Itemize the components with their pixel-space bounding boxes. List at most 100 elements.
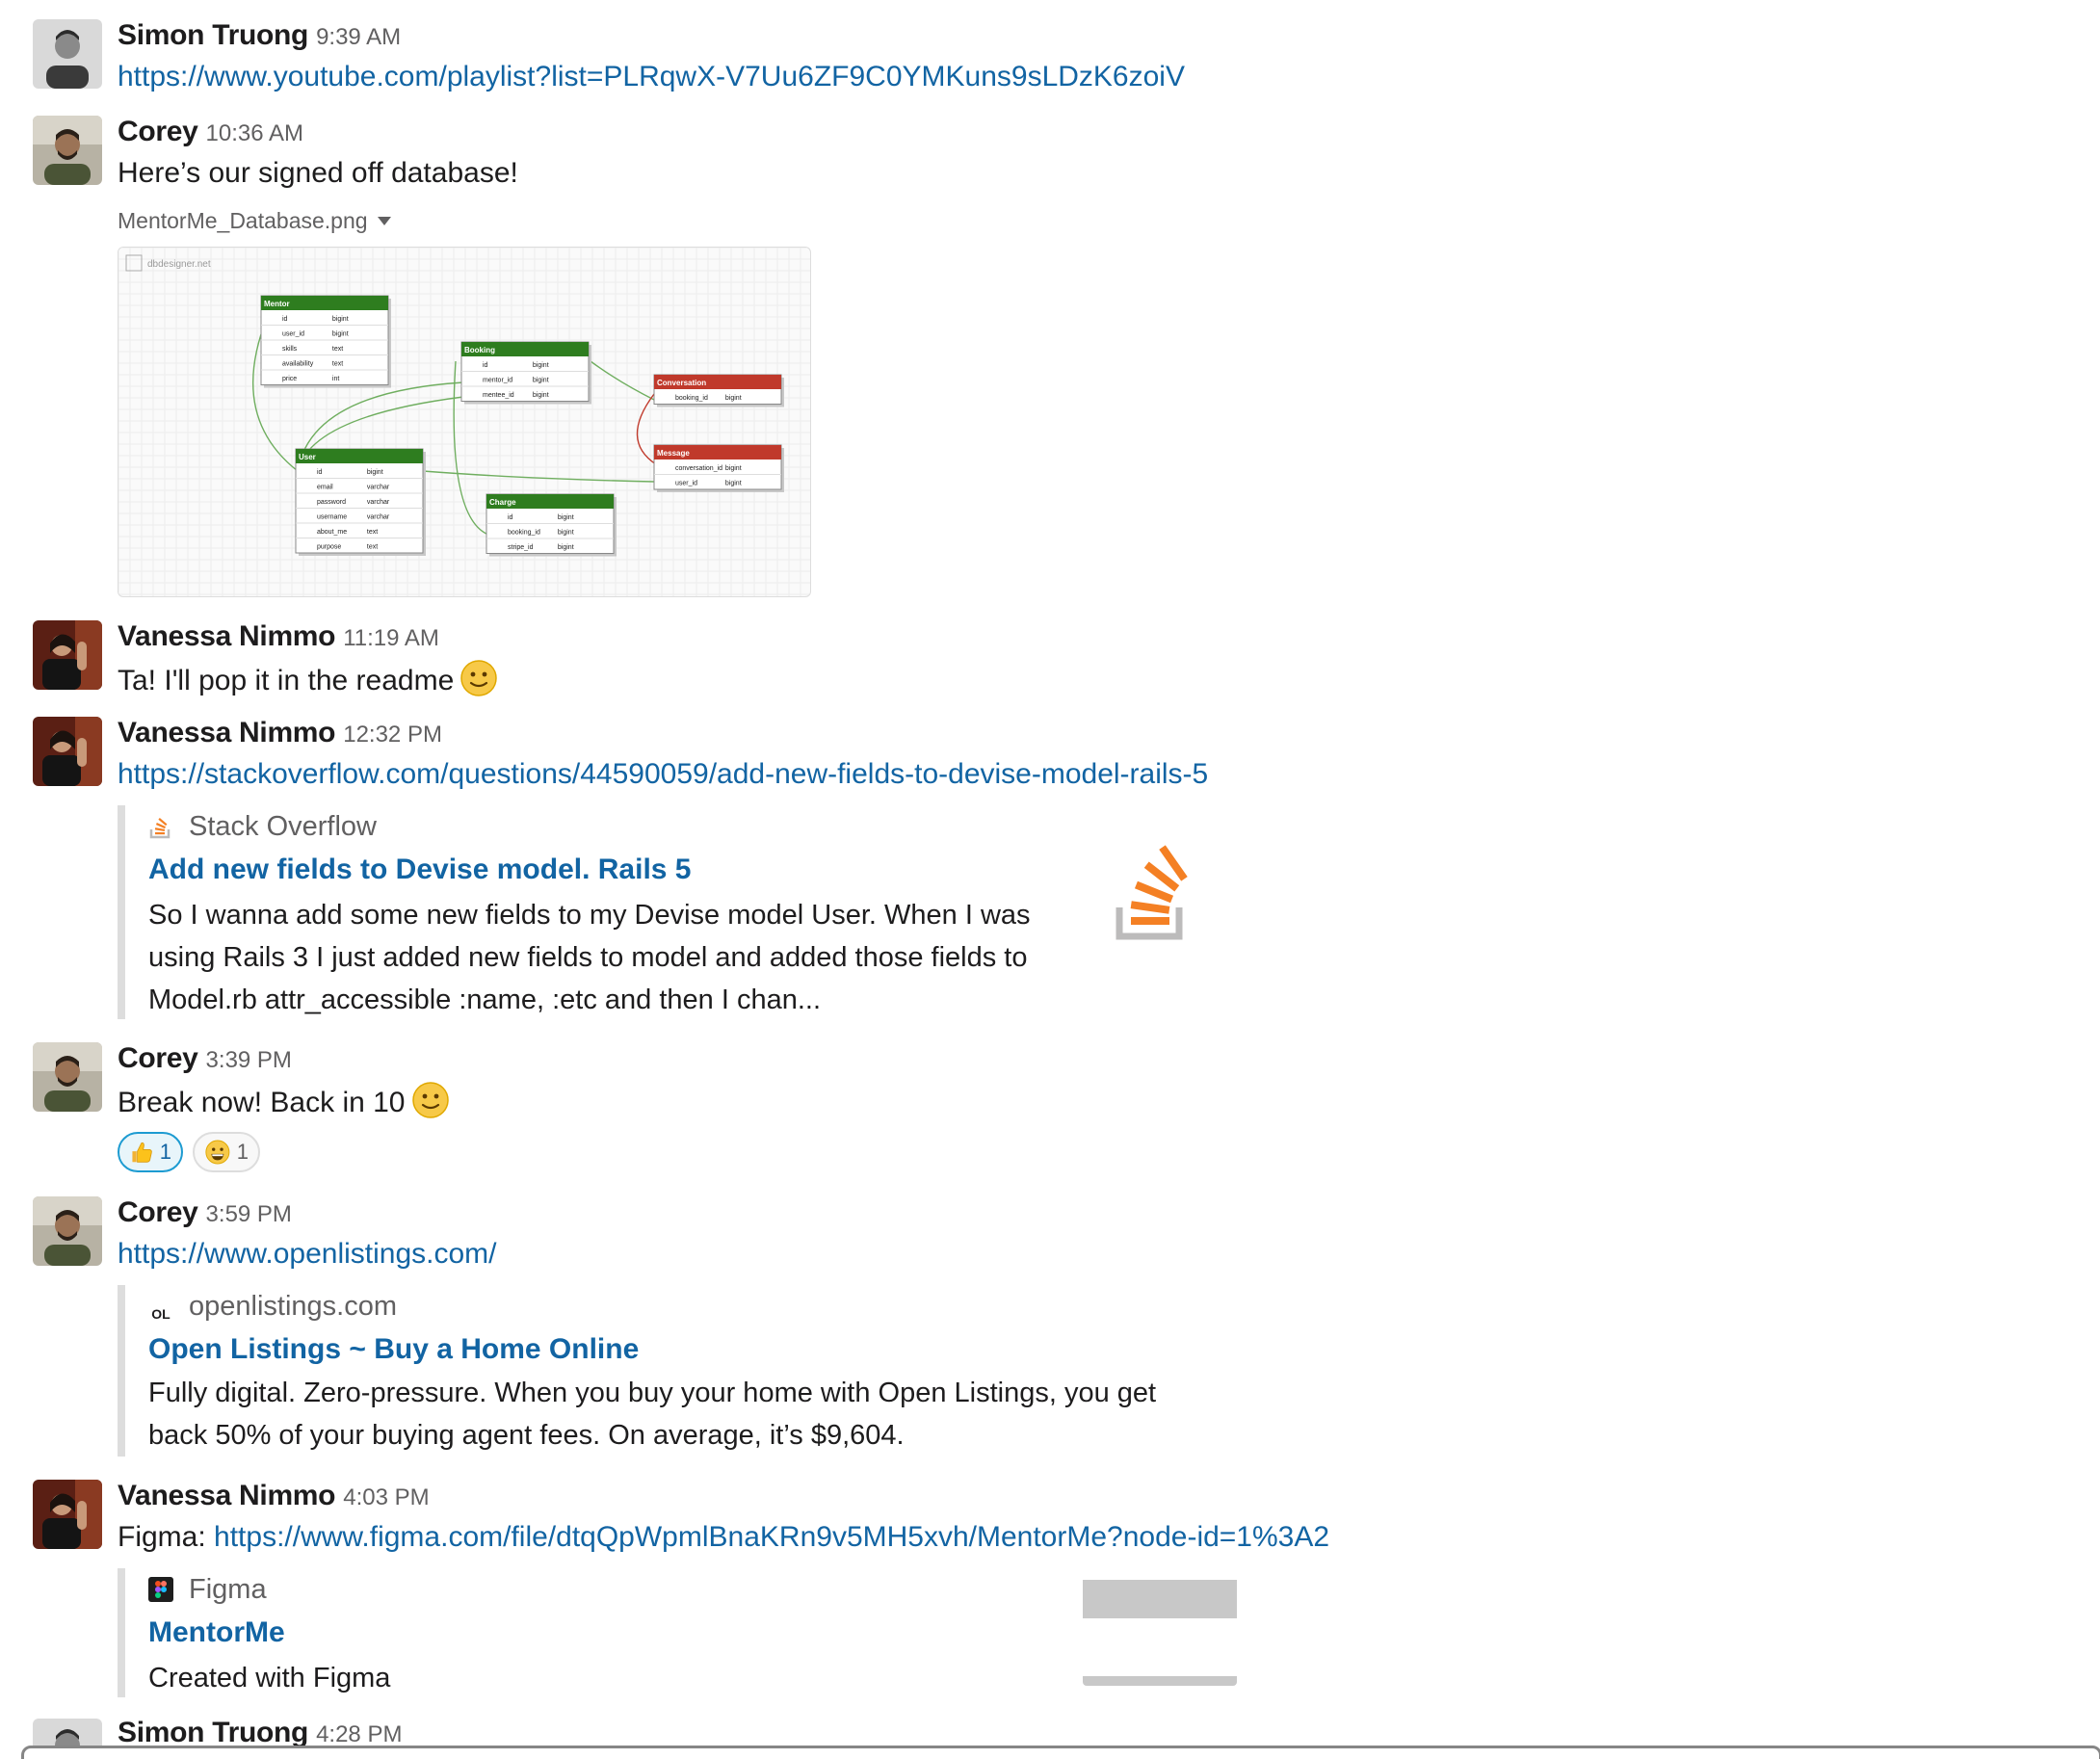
- table-title: Conversation: [657, 379, 706, 387]
- file-preview-image[interactable]: dbdesigner.net Mentor id bigint user_id bigin…: [118, 247, 811, 597]
- column-name: password: [317, 499, 346, 506]
- message-text: Break now! Back in 10: [118, 1081, 450, 1122]
- message-meta: Simon Truong 9:39 AM: [118, 19, 401, 58]
- column-type: text: [332, 346, 343, 353]
- relation-line: [636, 393, 657, 465]
- column-name: stripe_id: [508, 544, 534, 551]
- column-type: bigint: [533, 378, 549, 384]
- unfurl-service-name: Stack Overflow: [189, 811, 377, 842]
- column-name: skills: [282, 346, 298, 353]
- unfurl-thumbnail[interactable]: [1083, 1580, 1237, 1686]
- message-text: Here’s our signed off database!: [118, 157, 518, 189]
- author-name[interactable]: Simon Truong: [118, 19, 308, 51]
- reaction-grinning-face[interactable]: 1: [193, 1132, 260, 1172]
- message-link[interactable]: https://www.openlistings.com/: [118, 1238, 497, 1270]
- column-type: bigint: [367, 469, 383, 476]
- message-text-prefix: Figma:: [118, 1521, 215, 1553]
- reaction-count: 1: [159, 1140, 171, 1164]
- link-unfurl: Figma MentorMe Created with Figma: [118, 1568, 1245, 1697]
- author-name[interactable]: Corey: [118, 1042, 198, 1074]
- file-name-row[interactable]: MentorMe_Database.png: [118, 208, 391, 234]
- message-composer[interactable]: [21, 1746, 2100, 1759]
- thumbs-up-icon: [132, 1142, 152, 1163]
- table-title: Mentor: [264, 300, 290, 308]
- avatar[interactable]: [33, 1196, 102, 1266]
- column-name: user_id: [675, 481, 697, 487]
- author-name[interactable]: Corey: [118, 116, 198, 147]
- timestamp[interactable]: 10:36 AM: [206, 120, 303, 146]
- author-name[interactable]: Vanessa Nimmo: [118, 620, 336, 652]
- timestamp[interactable]: 3:39 PM: [206, 1047, 292, 1073]
- message-link[interactable]: https://www.youtube.com/playlist?list=PL…: [118, 61, 1185, 92]
- message-meta: Vanessa Nimmo 4:03 PM: [118, 1480, 430, 1518]
- column-type: varchar: [367, 499, 390, 506]
- author-name[interactable]: Vanessa Nimmo: [118, 717, 336, 748]
- message-text: https://stackoverflow.com/questions/4459…: [118, 755, 1208, 794]
- author-name[interactable]: Simon Truong: [118, 1717, 308, 1748]
- column-type: text: [367, 544, 378, 551]
- watermark-icon: [125, 254, 143, 272]
- author-name[interactable]: Corey: [118, 1196, 198, 1228]
- message-link[interactable]: https://www.figma.com/file/dtqQpWpmlBnaK…: [214, 1521, 1329, 1553]
- unfurl-service: Figma: [148, 1574, 267, 1606]
- message-meta: Vanessa Nimmo 12:32 PM: [118, 717, 442, 755]
- unfurl-description-line: So I wanna add some new fields to my Dev…: [148, 900, 1031, 931]
- column-name: conversation_id: [675, 465, 722, 472]
- column-name: availability: [282, 361, 314, 368]
- unfurl-title[interactable]: Open Listings ~ Buy a Home Online: [148, 1333, 639, 1366]
- column-type: bigint: [725, 481, 742, 487]
- message-feed: Simon Truong 9:39 AM https://www.youtube.…: [0, 0, 2100, 1759]
- timestamp[interactable]: 9:39 AM: [316, 24, 401, 50]
- avatar[interactable]: [33, 1480, 102, 1549]
- column-type: bigint: [332, 316, 349, 323]
- avatar[interactable]: [33, 116, 102, 185]
- author-name[interactable]: Vanessa Nimmo: [118, 1480, 336, 1511]
- figma-icon: [148, 1577, 173, 1602]
- unfurl-description-line: Fully digital. Zero-pressure. When you b…: [148, 1378, 1157, 1408]
- table-title: User: [299, 453, 316, 461]
- message-text: https://www.youtube.com/playlist?list=PL…: [118, 58, 1185, 96]
- link-unfurl: OL openlistings.com Open Listings ~ Buy a…: [118, 1285, 1273, 1457]
- timestamp[interactable]: 11:19 AM: [343, 625, 439, 651]
- column-type: bigint: [725, 465, 742, 472]
- thumbnail-bar: [1083, 1676, 1237, 1686]
- unfurl-title[interactable]: Add new fields to Devise model. Rails 5: [148, 853, 691, 886]
- database-diagram: dbdesigner.netMentorid bigintuser_id bigin…: [118, 248, 810, 596]
- column-type: bigint: [725, 395, 742, 402]
- reaction-count: 1: [236, 1140, 249, 1164]
- reaction-thumbs-up[interactable]: 1: [118, 1132, 183, 1172]
- unfurl-title[interactable]: MentorMe: [148, 1616, 285, 1649]
- table-title: Message: [657, 449, 690, 458]
- stack-overflow-icon: [149, 818, 171, 839]
- timestamp[interactable]: 4:03 PM: [343, 1484, 429, 1510]
- unfurl-service-name: Figma: [189, 1574, 267, 1605]
- unfurl-service-name: openlistings.com: [189, 1291, 397, 1322]
- avatar[interactable]: [33, 620, 102, 690]
- column-type: text: [367, 529, 378, 536]
- thumbnail-bar: [1083, 1580, 1237, 1618]
- avatar[interactable]: [33, 19, 102, 89]
- open-listings-logo-icon: OL: [151, 1306, 171, 1322]
- avatar[interactable]: [33, 1042, 102, 1112]
- column-type: bigint: [558, 544, 574, 551]
- message-text: https://www.openlistings.com/: [118, 1235, 497, 1273]
- stack-overflow-logo-icon[interactable]: [1108, 844, 1193, 940]
- unfurl-description-line: using Rails 3 I just added new fields to…: [148, 942, 1028, 973]
- column-type: bigint: [558, 514, 574, 521]
- timestamp[interactable]: 12:32 PM: [343, 722, 442, 748]
- column-name: about_me: [317, 529, 347, 536]
- column-name: booking_id: [508, 530, 540, 537]
- timestamp[interactable]: 4:28 PM: [316, 1721, 402, 1747]
- file-name[interactable]: MentorMe_Database.png: [118, 208, 368, 233]
- slightly-smiling-face-icon: [411, 1082, 449, 1118]
- chevron-down-icon[interactable]: [377, 217, 391, 225]
- message-link[interactable]: https://stackoverflow.com/questions/4459…: [118, 758, 1208, 790]
- column-name: id: [282, 316, 288, 323]
- watermark-text: dbdesigner.net: [147, 259, 211, 270]
- column-name: email: [317, 485, 333, 491]
- message-meta: Corey 10:36 AM: [118, 116, 303, 154]
- avatar[interactable]: [33, 717, 102, 786]
- timestamp[interactable]: 3:59 PM: [206, 1201, 292, 1227]
- column-name: user_id: [282, 331, 304, 338]
- message-text: Figma: https://www.figma.com/file/dtqQpW…: [118, 1518, 1329, 1557]
